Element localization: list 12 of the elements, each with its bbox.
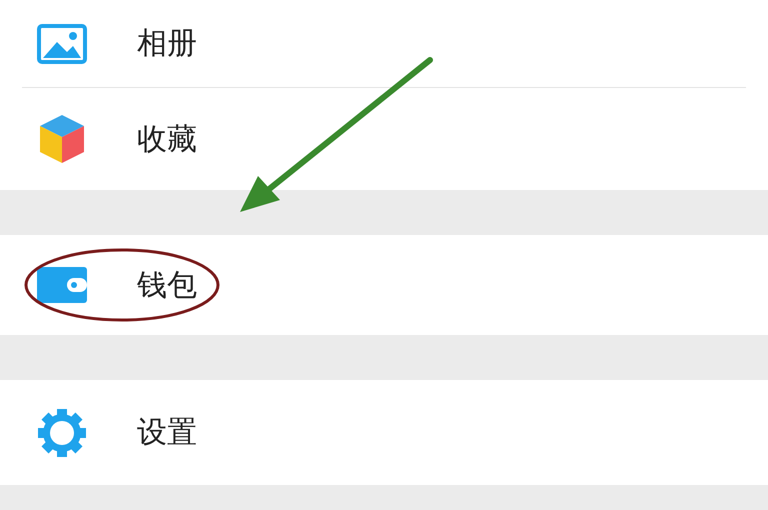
menu-item[interactable]: 钱包 [0, 235, 768, 335]
menu-item-label: 收藏 [137, 120, 197, 158]
menu-item-label: 相册 [137, 25, 197, 63]
settings-icon [36, 408, 86, 458]
menu-item-label: 钱包 [137, 266, 197, 304]
menu-item[interactable]: 收藏 [0, 88, 768, 190]
menu-item[interactable]: 设置 [0, 380, 768, 485]
image-icon [36, 24, 86, 64]
menu-item-label: 设置 [137, 414, 197, 452]
cube-icon [38, 113, 86, 165]
wallet-icon [36, 267, 86, 303]
menu-item[interactable]: 相册 [0, 0, 768, 87]
